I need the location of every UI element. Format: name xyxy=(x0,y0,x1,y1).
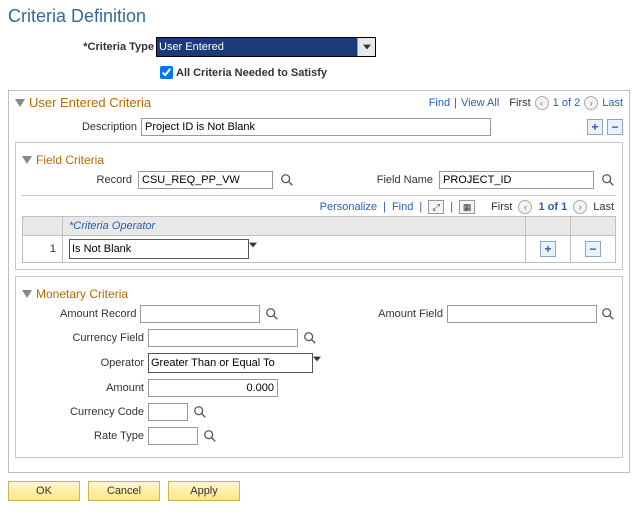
lookup-icon[interactable] xyxy=(302,330,318,346)
lookup-icon[interactable] xyxy=(202,428,218,444)
last-link[interactable]: Last xyxy=(602,97,623,109)
col-rownum xyxy=(23,217,63,236)
lookup-icon[interactable] xyxy=(264,306,279,322)
cancel-button[interactable]: Cancel xyxy=(88,481,160,501)
grid-range: 1 of 1 xyxy=(538,201,567,213)
lookup-icon[interactable] xyxy=(600,172,616,188)
amount-label: Amount xyxy=(22,382,144,394)
all-criteria-label: All Criteria Needed to Satisfy xyxy=(176,67,327,79)
prev-icon[interactable]: ‹ xyxy=(518,200,532,214)
lookup-icon[interactable] xyxy=(279,172,295,188)
lookup-icon[interactable] xyxy=(192,404,208,420)
operator-select[interactable]: Greater Than or Equal To xyxy=(148,353,313,373)
table-row: 1 Is Not Blank + − xyxy=(23,236,616,263)
row-add-icon[interactable]: + xyxy=(540,241,556,257)
download-icon[interactable]: ▦ xyxy=(459,200,475,214)
criteria-operator-select[interactable]: Is Not Blank xyxy=(69,239,249,259)
row-remove-icon[interactable]: − xyxy=(585,241,601,257)
col-operator: *Criteria Operator xyxy=(63,217,526,236)
collapse-icon[interactable] xyxy=(22,290,32,298)
field-name-label: Field Name xyxy=(318,174,433,186)
grid-last-label: Last xyxy=(593,201,614,213)
currency-code-input[interactable] xyxy=(148,403,188,421)
amount-record-input[interactable] xyxy=(140,305,260,323)
grid-first-label: First xyxy=(491,201,512,213)
description-label: Description xyxy=(15,121,137,133)
zoom-icon[interactable]: ⤢ xyxy=(428,200,444,214)
view-all-link[interactable]: View All xyxy=(461,97,499,109)
field-criteria-title: Field Criteria xyxy=(36,153,104,167)
range-text[interactable]: 1 of 2 xyxy=(553,97,581,109)
criteria-type-label: *Criteria Type xyxy=(8,41,156,53)
ok-button[interactable]: OK xyxy=(8,481,80,501)
add-row-icon[interactable]: + xyxy=(587,119,603,135)
description-input[interactable] xyxy=(141,118,491,136)
rate-type-label: Rate Type xyxy=(22,430,144,442)
criteria-type-select[interactable]: User Entered xyxy=(156,37,376,57)
record-label: Record xyxy=(22,174,132,186)
record-input[interactable] xyxy=(138,171,273,189)
amount-record-label: Amount Record xyxy=(22,308,136,320)
currency-code-label: Currency Code xyxy=(22,406,144,418)
monetary-criteria-section: Monetary Criteria Amount Record Amount F… xyxy=(15,276,623,458)
page-title: Criteria Definition xyxy=(8,6,630,27)
collapse-icon[interactable] xyxy=(15,99,25,107)
chevron-down-icon xyxy=(313,353,321,373)
next-icon[interactable]: › xyxy=(573,200,587,214)
user-entered-title: User Entered Criteria xyxy=(29,95,151,110)
field-criteria-section: Field Criteria Record Field Name Persona… xyxy=(15,142,623,270)
all-criteria-checkbox[interactable] xyxy=(160,66,173,79)
amount-input[interactable] xyxy=(148,379,278,397)
collapse-icon[interactable] xyxy=(22,156,32,164)
row-index: 1 xyxy=(23,236,63,263)
col-remove xyxy=(571,217,616,236)
grid-find-link[interactable]: Find xyxy=(392,201,413,213)
amount-field-input[interactable] xyxy=(447,305,597,323)
next-icon[interactable]: › xyxy=(584,96,598,110)
personalize-link[interactable]: Personalize xyxy=(320,201,377,213)
first-label: First xyxy=(509,97,530,109)
chevron-down-icon xyxy=(249,239,257,259)
currency-field-input[interactable] xyxy=(148,329,298,347)
apply-button[interactable]: Apply xyxy=(168,481,240,501)
criteria-grid: *Criteria Operator 1 Is Not Blank xyxy=(22,216,616,263)
currency-field-label: Currency Field xyxy=(22,332,144,344)
find-link[interactable]: Find xyxy=(429,97,450,109)
prev-icon[interactable]: ‹ xyxy=(535,96,549,110)
lookup-icon[interactable] xyxy=(601,306,616,322)
amount-field-label: Amount Field xyxy=(283,308,443,320)
operator-label: Operator xyxy=(22,357,144,369)
remove-row-icon[interactable]: − xyxy=(607,119,623,135)
field-name-input[interactable] xyxy=(439,171,594,189)
monetary-title: Monetary Criteria xyxy=(36,287,128,301)
user-entered-criteria-section: User Entered Criteria Find | View All Fi… xyxy=(8,90,630,473)
col-add xyxy=(526,217,571,236)
rate-type-input[interactable] xyxy=(148,427,198,445)
